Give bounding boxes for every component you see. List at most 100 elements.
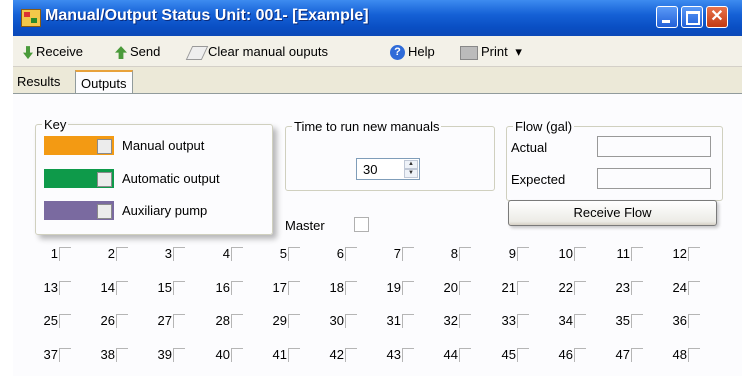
checkbox-box[interactable] xyxy=(173,348,185,362)
checkbox-box[interactable] xyxy=(517,247,529,261)
master-checkbox[interactable] xyxy=(354,217,369,232)
output-checkbox[interactable]: 42 xyxy=(303,347,359,365)
checkbox-box[interactable] xyxy=(231,348,243,362)
output-checkbox[interactable]: 17 xyxy=(246,280,302,298)
checkbox-box[interactable] xyxy=(517,281,529,295)
checkbox-box[interactable] xyxy=(688,247,700,261)
checkbox-box[interactable] xyxy=(631,314,643,328)
output-checkbox[interactable]: 36 xyxy=(646,313,702,331)
spinner-up-icon[interactable]: ▲ xyxy=(404,160,418,169)
checkbox-box[interactable] xyxy=(517,348,529,362)
output-checkbox[interactable]: 12 xyxy=(646,246,702,264)
send-button[interactable]: Send xyxy=(115,44,160,60)
output-checkbox[interactable]: 31 xyxy=(360,313,416,331)
expected-field[interactable] xyxy=(597,168,711,189)
output-checkbox[interactable]: 6 xyxy=(303,246,359,264)
checkbox-box[interactable] xyxy=(402,281,414,295)
checkbox-box[interactable] xyxy=(631,281,643,295)
output-checkbox[interactable]: 15 xyxy=(131,280,187,298)
output-checkbox[interactable]: 11 xyxy=(589,246,645,264)
output-checkbox[interactable]: 34 xyxy=(532,313,588,331)
checkbox-box[interactable] xyxy=(459,247,471,261)
actual-field[interactable] xyxy=(597,136,711,157)
output-checkbox[interactable]: 13 xyxy=(17,280,73,298)
checkbox-box[interactable] xyxy=(288,348,300,362)
checkbox-box[interactable] xyxy=(574,247,586,261)
output-checkbox[interactable]: 19 xyxy=(360,280,416,298)
output-checkbox[interactable]: 26 xyxy=(74,313,130,331)
output-checkbox[interactable]: 29 xyxy=(246,313,302,331)
output-checkbox[interactable]: 43 xyxy=(360,347,416,365)
checkbox-box[interactable] xyxy=(173,314,185,328)
checkbox-box[interactable] xyxy=(688,314,700,328)
output-checkbox[interactable]: 10 xyxy=(532,246,588,264)
output-checkbox[interactable]: 16 xyxy=(189,280,245,298)
output-checkbox[interactable]: 2 xyxy=(74,246,130,264)
tab-results[interactable]: Results xyxy=(17,74,60,89)
checkbox-box[interactable] xyxy=(345,281,357,295)
checkbox-box[interactable] xyxy=(459,314,471,328)
clear-manual-outputs-button[interactable]: Clear manual ouputs xyxy=(185,44,328,60)
output-checkbox[interactable]: 30 xyxy=(303,313,359,331)
output-checkbox[interactable]: 21 xyxy=(475,280,531,298)
checkbox-box[interactable] xyxy=(688,348,700,362)
checkbox-box[interactable] xyxy=(402,247,414,261)
checkbox-box[interactable] xyxy=(231,314,243,328)
output-checkbox[interactable]: 23 xyxy=(589,280,645,298)
spinner-down-icon[interactable]: ▼ xyxy=(404,169,418,178)
output-checkbox[interactable]: 18 xyxy=(303,280,359,298)
output-checkbox[interactable]: 27 xyxy=(131,313,187,331)
output-checkbox[interactable]: 25 xyxy=(17,313,73,331)
checkbox-box[interactable] xyxy=(116,348,128,362)
checkbox-box[interactable] xyxy=(688,281,700,295)
checkbox-box[interactable] xyxy=(59,247,71,261)
output-checkbox[interactable]: 41 xyxy=(246,347,302,365)
checkbox-box[interactable] xyxy=(402,314,414,328)
output-checkbox[interactable]: 9 xyxy=(475,246,531,264)
output-checkbox[interactable]: 7 xyxy=(360,246,416,264)
output-checkbox[interactable]: 3 xyxy=(131,246,187,264)
output-checkbox[interactable]: 4 xyxy=(189,246,245,264)
checkbox-box[interactable] xyxy=(631,247,643,261)
output-checkbox[interactable]: 39 xyxy=(131,347,187,365)
checkbox-box[interactable] xyxy=(574,314,586,328)
output-checkbox[interactable]: 14 xyxy=(74,280,130,298)
title-bar[interactable]: Manual/Output Status Unit: 001- [Example… xyxy=(13,0,742,36)
receive-button[interactable]: Receive xyxy=(23,44,83,60)
checkbox-box[interactable] xyxy=(517,314,529,328)
minimize-button[interactable] xyxy=(656,6,678,28)
output-checkbox[interactable]: 35 xyxy=(589,313,645,331)
output-checkbox[interactable]: 32 xyxy=(417,313,473,331)
checkbox-box[interactable] xyxy=(631,348,643,362)
receive-flow-button[interactable]: Receive Flow xyxy=(508,200,717,226)
output-checkbox[interactable]: 22 xyxy=(532,280,588,298)
output-checkbox[interactable]: 44 xyxy=(417,347,473,365)
output-checkbox[interactable]: 45 xyxy=(475,347,531,365)
checkbox-box[interactable] xyxy=(173,281,185,295)
output-checkbox[interactable]: 1 xyxy=(17,246,73,264)
output-checkbox[interactable]: 37 xyxy=(17,347,73,365)
output-checkbox[interactable]: 28 xyxy=(189,313,245,331)
help-button[interactable]: ? Help xyxy=(390,44,435,61)
checkbox-box[interactable] xyxy=(288,247,300,261)
output-checkbox[interactable]: 8 xyxy=(417,246,473,264)
checkbox-box[interactable] xyxy=(288,314,300,328)
tab-outputs[interactable]: Outputs xyxy=(75,70,133,94)
checkbox-box[interactable] xyxy=(231,247,243,261)
checkbox-box[interactable] xyxy=(116,247,128,261)
output-checkbox[interactable]: 46 xyxy=(532,347,588,365)
close-button[interactable]: ✕ xyxy=(706,6,728,28)
checkbox-box[interactable] xyxy=(574,281,586,295)
checkbox-box[interactable] xyxy=(173,247,185,261)
output-checkbox[interactable]: 40 xyxy=(189,347,245,365)
time-spinner[interactable]: 30 ▲ ▼ xyxy=(356,158,420,180)
checkbox-box[interactable] xyxy=(288,281,300,295)
print-button[interactable]: Print ▾ xyxy=(460,44,522,60)
checkbox-box[interactable] xyxy=(459,348,471,362)
checkbox-box[interactable] xyxy=(116,281,128,295)
output-checkbox[interactable]: 5 xyxy=(246,246,302,264)
output-checkbox[interactable]: 48 xyxy=(646,347,702,365)
output-checkbox[interactable]: 38 xyxy=(74,347,130,365)
output-checkbox[interactable]: 20 xyxy=(417,280,473,298)
checkbox-box[interactable] xyxy=(59,348,71,362)
